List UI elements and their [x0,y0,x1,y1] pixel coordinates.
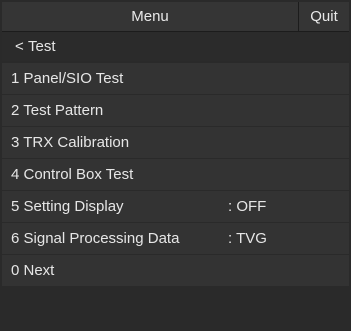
signal-processing-value: : TVG [228,230,267,247]
menu-item-label: 4 Control Box Test [11,166,134,183]
chevron-left-icon: < [15,38,24,55]
back-label: Test [28,38,56,55]
menu-item-trx-calibration[interactable]: 3 TRX Calibration [2,127,349,158]
menu-item-label: 5 Setting Display [11,198,124,215]
back-to-test-button[interactable]: < Test [2,32,349,61]
menu-item-panel-sio-test[interactable]: 1 Panel/SIO Test [2,63,349,94]
empty-panel-area [2,287,349,329]
quit-button[interactable]: Quit [298,2,349,31]
menu-title: Menu [131,8,169,25]
menu-item-label: 1 Panel/SIO Test [11,70,124,87]
menu-item-control-box-test[interactable]: 4 Control Box Test [2,159,349,190]
menu-item-next[interactable]: 0 Next [2,255,349,286]
test-menu-panel: Menu Quit < Test 1 Panel/SIO Test 2 Test… [0,0,351,331]
menu-item-setting-display[interactable]: 5 Setting Display : OFF [2,191,349,222]
menu-item-signal-processing-data[interactable]: 6 Signal Processing Data : TVG [2,223,349,254]
menu-title-bar: Menu Quit [2,2,349,32]
menu-item-label: 2 Test Pattern [11,102,104,119]
menu-item-label: 0 Next [11,262,55,279]
menu-item-label: 6 Signal Processing Data [11,230,180,247]
test-menu-list: 1 Panel/SIO Test 2 Test Pattern 3 TRX Ca… [2,63,349,287]
menu-item-test-pattern[interactable]: 2 Test Pattern [2,95,349,126]
menu-item-label: 3 TRX Calibration [11,134,130,151]
setting-display-value: : OFF [228,198,267,215]
